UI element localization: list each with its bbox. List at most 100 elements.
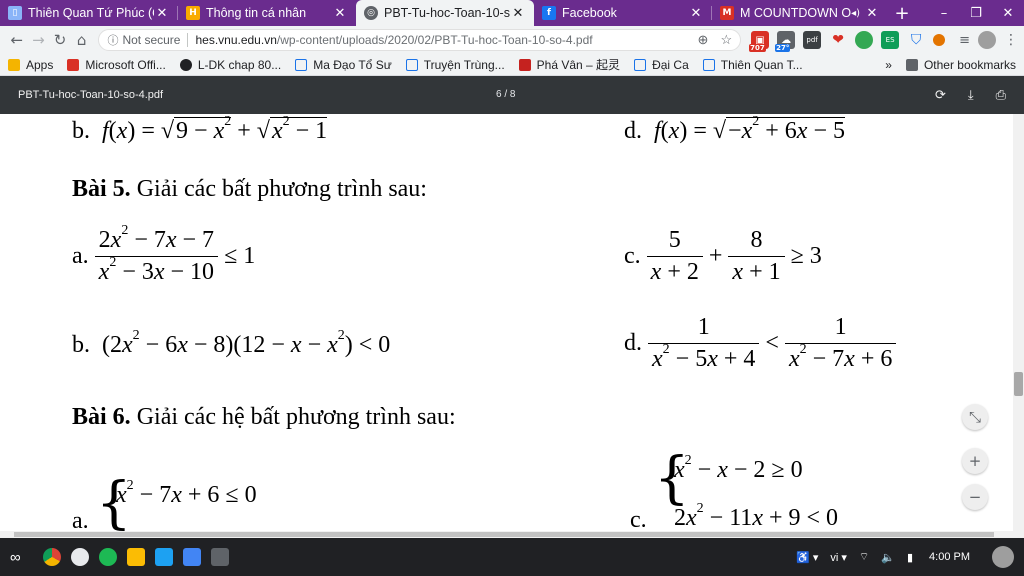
book-icon xyxy=(634,58,647,71)
vertical-scroll-thumb[interactable] xyxy=(1014,372,1023,396)
app-icon[interactable] xyxy=(70,548,89,566)
close-window-icon[interactable]: ✕ xyxy=(992,0,1024,26)
zoom-in-button[interactable]: + xyxy=(962,448,988,474)
tab-thong-tin[interactable]: H Thông tin cá nhân ✕ xyxy=(178,0,356,26)
tab-thien-quan[interactable]: ▯ Thiên Quan Tứ Phúc (Qu ✕ xyxy=(0,0,178,26)
info-icon[interactable]: ⓘ xyxy=(107,32,118,48)
speaker-icon[interactable]: ◂) xyxy=(851,8,860,19)
home-icon[interactable]: ⌂ xyxy=(71,29,93,51)
item-label: c. xyxy=(630,507,647,533)
fit-page-button[interactable]: ⤡ xyxy=(962,404,988,430)
forward-arrow-icon[interactable]: → xyxy=(28,29,50,51)
close-icon[interactable]: ✕ xyxy=(332,6,348,21)
bookmark-apps[interactable]: Apps xyxy=(8,58,53,72)
restore-icon[interactable]: ❐ xyxy=(960,0,992,26)
page-indicator: 6 / 8 xyxy=(496,89,516,100)
bookmark-truyen[interactable]: Truyện Trùng... xyxy=(405,58,505,72)
bookmark-ma-dao[interactable]: Ma Đạo Tổ Sư xyxy=(295,58,392,72)
close-icon[interactable]: ✕ xyxy=(864,6,880,21)
horizontal-scroll-thumb[interactable] xyxy=(14,532,994,537)
item-label: b. xyxy=(72,332,90,358)
bookmark-label: Đại Ca xyxy=(652,57,689,72)
bookmark-microsoft[interactable]: Microsoft Offi... xyxy=(67,58,166,72)
item-label: c. xyxy=(624,243,641,269)
language-label: vi xyxy=(830,551,839,564)
window-controls: – ❐ ✕ xyxy=(928,0,1024,26)
bookmarks-bar: Apps Microsoft Offi... L-DK chap 80... M… xyxy=(0,54,1024,76)
reading-list-icon[interactable]: ≡ xyxy=(959,33,970,48)
minimize-icon[interactable]: – xyxy=(928,0,960,26)
zoom-icon[interactable]: ⊕ xyxy=(698,32,709,48)
profile-avatar[interactable] xyxy=(978,31,996,49)
browser-toolbar: ← → ↻ ⌂ ⓘ Not secure hes.vnu.edu.vn /wp-… xyxy=(0,26,1024,54)
menu-icon[interactable]: ⋮ xyxy=(1004,32,1018,48)
clock[interactable]: 4:00 PM xyxy=(929,551,970,563)
print-icon[interactable]: ⎙ xyxy=(996,87,1006,103)
bookmark-label: Apps xyxy=(26,57,54,72)
extension-es-icon[interactable]: ES xyxy=(881,31,900,49)
language-indicator[interactable]: vi ▾ xyxy=(830,551,847,564)
wifi-icon[interactable]: ⌔ xyxy=(859,550,869,564)
app-blue-icon[interactable] xyxy=(182,548,201,566)
accessibility-icon[interactable]: ♿ ▾ xyxy=(796,551,818,564)
extension-heart-icon[interactable]: ❤ xyxy=(829,31,847,49)
facebook-icon: f xyxy=(542,6,556,20)
taskbar: ∞ ♿ ▾ vi ▾ ⌔ 🔈 ▮ 4:00 PM xyxy=(0,538,1024,576)
pdf-page: b. f(x) = √9 − x2 + √x2 − 1 d. f(x) = √−… xyxy=(0,114,1024,538)
bookmark-dai-ca[interactable]: Đại Ca xyxy=(634,58,689,72)
extension-green-icon[interactable] xyxy=(855,31,874,49)
tab-pdf[interactable]: ◎ PBT-Tu-hoc-Toan-10-so ✕ xyxy=(356,0,534,26)
book-icon xyxy=(702,58,715,71)
bookmark-pha-van[interactable]: Phá Vân – 起灵 xyxy=(518,56,620,73)
user-avatar[interactable] xyxy=(992,546,1014,568)
launcher-icon[interactable]: ∞ xyxy=(10,549,21,566)
volume-icon[interactable]: 🔈 xyxy=(881,551,895,564)
folder-icon xyxy=(905,58,918,71)
bookmark-star-icon[interactable]: ☆ xyxy=(720,32,732,48)
spotify-icon[interactable] xyxy=(98,548,117,566)
address-bar[interactable]: ⓘ Not secure hes.vnu.edu.vn /wp-content/… xyxy=(98,29,742,51)
close-icon[interactable]: ✕ xyxy=(688,6,704,21)
close-icon[interactable]: ✕ xyxy=(510,6,526,21)
item-label: a. xyxy=(72,243,89,269)
extension-orange-icon[interactable] xyxy=(933,34,946,46)
tab-facebook[interactable]: f Facebook ✕ xyxy=(534,0,712,26)
other-bookmarks[interactable]: Other bookmarks xyxy=(905,58,1016,72)
extension-weather-icon[interactable]: 27° ☁ xyxy=(775,31,796,52)
globe-icon: ◎ xyxy=(364,6,378,20)
extension-badge: 707 xyxy=(749,44,766,52)
settings-icon[interactable] xyxy=(126,548,145,566)
close-icon[interactable]: ✕ xyxy=(154,6,170,21)
more-bookmarks-button[interactable]: » xyxy=(885,58,892,72)
extension-pdf-icon[interactable]: pdf xyxy=(803,31,822,49)
security-label: Not secure xyxy=(122,33,181,47)
extension-red-icon[interactable]: ▣ 707 xyxy=(749,31,770,52)
download-icon[interactable]: ⤓ xyxy=(968,87,974,103)
tab-title: Facebook xyxy=(562,6,617,20)
back-arrow-icon[interactable]: ← xyxy=(6,29,28,51)
rotate-icon[interactable]: ⟳ xyxy=(935,87,946,103)
new-tab-button[interactable]: + xyxy=(888,0,916,26)
tab-title: M COUNTDOWN O xyxy=(740,6,852,20)
chrome-icon[interactable] xyxy=(42,548,61,566)
globe-icon xyxy=(179,58,192,71)
url-path: /wp-content/uploads/2020/02/PBT-Tu-hoc-T… xyxy=(276,33,593,47)
zoom-out-button[interactable]: − xyxy=(962,484,988,510)
section-number: Bài 5. xyxy=(72,176,131,202)
bookmark-thien-quan[interactable]: Thiên Quan T... xyxy=(702,57,803,72)
bookmark-ldk[interactable]: L-DK chap 80... xyxy=(179,58,281,72)
app-grid-icon[interactable] xyxy=(210,548,229,566)
vertical-scrollbar[interactable] xyxy=(1013,114,1024,538)
section-heading-bai-6: Bài 6. Giải các hệ bất phương trình sau: xyxy=(72,404,456,431)
shield-icon[interactable]: ⛉ xyxy=(907,31,925,49)
reload-icon[interactable]: ↻ xyxy=(49,29,71,51)
section-text: Giải các bất phương trình sau: xyxy=(130,176,427,202)
tab-strip: ▯ Thiên Quan Tứ Phúc (Qu ✕ H Thông tin c… xyxy=(0,0,1024,26)
bookmark-label: Thiên Quan T... xyxy=(720,57,803,72)
system-tray: ♿ ▾ vi ▾ ⌔ 🔈 ▮ 4:00 PM xyxy=(796,546,1014,568)
battery-icon[interactable]: ▮ xyxy=(907,551,913,564)
tab-mcountdown[interactable]: M M COUNTDOWN O ◂) ✕ xyxy=(712,0,888,26)
twitter-icon[interactable] xyxy=(154,548,173,566)
tab-title: Thiên Quan Tứ Phúc (Qu xyxy=(28,6,154,20)
tab-title: Thông tin cá nhân xyxy=(206,6,307,20)
